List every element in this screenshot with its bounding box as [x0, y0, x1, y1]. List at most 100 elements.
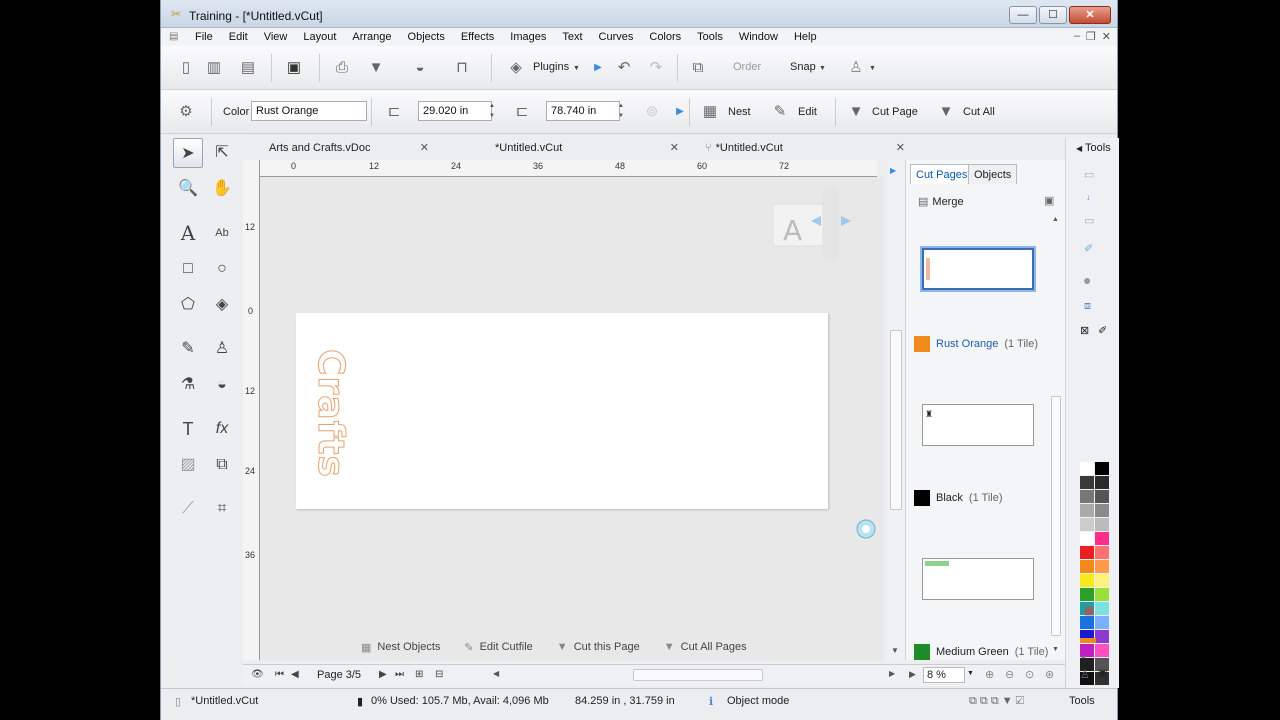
cut-page-button[interactable]: Cut Page: [872, 106, 918, 118]
select-group-icon[interactable]: ⧉: [687, 58, 709, 78]
shape-tool-icon[interactable]: ◈: [207, 290, 237, 320]
scroll-right-arrow-icon[interactable]: ▶: [889, 669, 895, 678]
menu-view[interactable]: View: [256, 31, 296, 43]
tab-close-icon[interactable]: ✕: [670, 138, 679, 158]
plugins-dropdown-icon[interactable]: ▼: [573, 65, 580, 72]
weld-tool-icon[interactable]: ⧉: [207, 450, 237, 480]
zoom-field[interactable]: 8 %: [923, 667, 965, 683]
scroll-right-arrow-icon[interactable]: ▶: [890, 166, 896, 175]
edit-cutfile-button[interactable]: ✎ Edit Cutfile: [464, 638, 532, 656]
fill-bucket-icon[interactable]: ◒: [1080, 650, 1087, 662]
palette-color-swatch[interactable]: [1095, 518, 1109, 531]
palette-color-swatch[interactable]: [1095, 560, 1109, 573]
palette-color-swatch[interactable]: [1095, 644, 1109, 657]
save-icon[interactable]: ▣: [283, 58, 305, 78]
palette-color-swatch[interactable]: [1080, 504, 1094, 517]
tab-untitled-2[interactable]: ⑂ *Untitled.vCut ✕: [705, 138, 905, 158]
palette-color-swatch[interactable]: [1095, 532, 1109, 545]
text-type-tool-icon[interactable]: T: [173, 414, 203, 444]
tool-rect-icon[interactable]: ▭: [1084, 168, 1094, 181]
cut-all-pages-button[interactable]: ▼ Cut All Pages: [664, 638, 747, 656]
status-tool-icons[interactable]: ⧉ ⧉ ⧉ ▼ ☑: [969, 695, 1024, 708]
palette-color-swatch[interactable]: [1080, 532, 1094, 545]
edit-button[interactable]: Edit: [798, 106, 817, 118]
cut-page[interactable]: Crafts: [296, 313, 828, 509]
menu-layout[interactable]: Layout: [295, 31, 344, 43]
menu-arrange[interactable]: Arrange: [344, 31, 399, 43]
tab-close-icon[interactable]: ✕: [896, 138, 905, 158]
zoom-prev-icon[interactable]: ▶: [909, 669, 916, 680]
menu-tools[interactable]: Tools: [689, 31, 731, 43]
panel-options-icon[interactable]: ▣: [1044, 194, 1054, 207]
palette-color-swatch[interactable]: [1080, 518, 1094, 531]
tab-close-icon[interactable]: ✕: [420, 138, 429, 158]
menu-edit[interactable]: Edit: [221, 31, 256, 43]
palette-color-swatch[interactable]: [1080, 574, 1094, 587]
panel-scroll-thumb[interactable]: [1051, 396, 1061, 636]
eyedropper-icon[interactable]: ✐: [1084, 242, 1093, 255]
cut-page-thumbnail-3[interactable]: [922, 558, 1034, 600]
palette-color-swatch[interactable]: [1095, 588, 1109, 601]
prev-page-icon[interactable]: ◀: [291, 669, 299, 680]
scroll-thumb[interactable]: [890, 330, 902, 510]
status-tools-label[interactable]: Tools: [1069, 695, 1095, 707]
merge-button[interactable]: ▤ Merge: [918, 192, 964, 212]
add-page-icon[interactable]: ⊞: [415, 669, 423, 680]
palette-color-swatch[interactable]: [1095, 504, 1109, 517]
play-arrow-2-icon[interactable]: ▶: [669, 102, 691, 122]
pan-hand-tool-icon[interactable]: ✋: [207, 174, 237, 204]
menu-file[interactable]: File: [187, 31, 221, 43]
order-button[interactable]: Order: [733, 61, 761, 73]
new-document-icon[interactable]: ▯: [175, 58, 197, 78]
menu-text[interactable]: Text: [554, 31, 590, 43]
mdi-minimize-icon[interactable]: –: [1074, 30, 1080, 43]
cut-all-button[interactable]: Cut All: [963, 106, 995, 118]
cut-page-thumbnail-2[interactable]: ♜: [922, 404, 1034, 446]
palette-color-swatch[interactable]: [1080, 462, 1094, 475]
circle-tool-icon[interactable]: ●: [1083, 272, 1091, 288]
crop-tool-icon[interactable]: ⌗: [207, 494, 237, 524]
delete-page-icon[interactable]: ⊟: [435, 669, 443, 680]
palette-color-swatch[interactable]: [1095, 462, 1109, 475]
height-spinner[interactable]: ▲ ▼: [616, 101, 626, 121]
palette-color-swatch[interactable]: [1080, 560, 1094, 573]
tab-objects[interactable]: Objects: [968, 164, 1018, 184]
crafts-text-object[interactable]: Crafts: [309, 349, 351, 479]
palette-color-swatch[interactable]: [1095, 574, 1109, 587]
image-tool-icon[interactable]: ▨: [173, 450, 203, 480]
current-fill-swatch[interactable]: [1080, 638, 1096, 643]
scroll-down-arrow-icon[interactable]: ▼: [1052, 646, 1059, 653]
tab-arts-and-crafts[interactable]: Arts and Crafts.vDoc ✕: [269, 138, 429, 158]
plotter-icon[interactable]: ⊓: [451, 58, 473, 78]
no-color-icon[interactable]: ⊠: [1080, 324, 1089, 337]
scroll-up-arrow-icon[interactable]: ▲: [1052, 216, 1059, 223]
width-spinner[interactable]: ▲ ▼: [487, 101, 497, 121]
menu-objects[interactable]: Objects: [400, 31, 453, 43]
settings-wrench-icon[interactable]: ⚙: [175, 102, 197, 122]
cut-this-page-button[interactable]: ▼ Cut this Page: [557, 638, 640, 656]
plugins-button[interactable]: Plugins: [533, 61, 569, 73]
scroll-down-arrow-icon[interactable]: ▼: [891, 646, 899, 655]
undo-icon[interactable]: ↶: [613, 58, 635, 78]
menu-colors[interactable]: Colors: [641, 31, 689, 43]
pen-nib-icon[interactable]: ♙: [845, 58, 867, 78]
small-palette-icon[interactable]: ▣: [1098, 668, 1107, 679]
palette-color-swatch[interactable]: [1080, 616, 1094, 629]
cutter-icon[interactable]: ▼: [365, 58, 387, 78]
zoom-dropdown-icon[interactable]: ▼: [967, 670, 974, 677]
bucket-tool-icon[interactable]: ◒: [207, 370, 237, 400]
width-field[interactable]: 29.020 in: [418, 101, 492, 121]
redo-icon[interactable]: ↷: [645, 58, 667, 78]
zoom-tool-icon[interactable]: 🔍: [173, 174, 203, 204]
tool-page-icon[interactable]: ▭: [1084, 214, 1094, 227]
polygon-tool-icon[interactable]: ⬠: [173, 290, 203, 320]
pointer-tool-icon[interactable]: ➤: [173, 138, 203, 168]
palette-color-swatch[interactable]: [1095, 476, 1109, 489]
color-grid-icon[interactable]: ▦: [1084, 604, 1094, 617]
lock-ratio-icon[interactable]: ⊚: [641, 102, 663, 122]
mdi-restore-icon[interactable]: ❐: [1086, 30, 1096, 43]
color-entry-medium-green[interactable]: Medium Green (1 Tile): [914, 644, 1048, 660]
collapse-arrow-icon[interactable]: ◀: [1076, 144, 1082, 153]
fill-tool-icon[interactable]: ⚗: [173, 370, 203, 400]
palette-color-swatch[interactable]: [1080, 490, 1094, 503]
